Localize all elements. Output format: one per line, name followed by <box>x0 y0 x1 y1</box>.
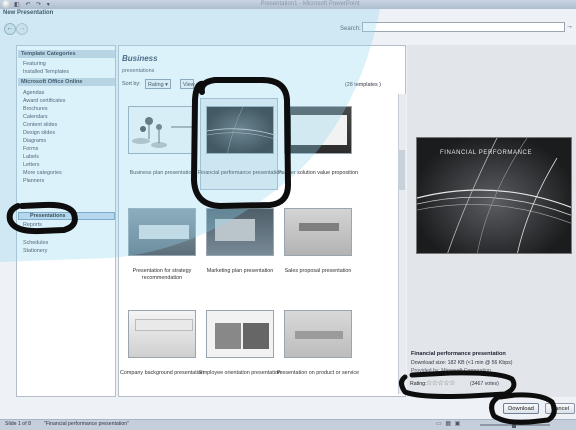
sidebar-item-letters[interactable]: Letters <box>23 162 39 168</box>
sidebar-item-forms[interactable]: Forms <box>23 146 38 152</box>
quick-access-toolbar[interactable]: ◧ ↶ ↷ ▾ <box>14 1 52 8</box>
forward-arrow-icon[interactable]: → <box>16 23 28 35</box>
gallery-scrollbar[interactable] <box>398 94 406 394</box>
back-arrow-icon[interactable]: ← <box>4 23 16 35</box>
slide-panel <box>291 115 347 145</box>
vote-count: (3467 votes) <box>470 381 499 387</box>
category-header: Template Categories <box>18 50 115 58</box>
slide-panel <box>139 225 189 239</box>
sidebar-item-brochures[interactable]: Brochures <box>23 106 48 112</box>
provided-by: Provided by: Microsoft Corporation <box>411 368 491 374</box>
theme-name: "Financial performance presentation" <box>44 421 129 427</box>
template-thumbnail[interactable] <box>206 310 274 358</box>
sidebar-item-planners[interactable]: Planners <box>23 178 44 184</box>
sidebar-item-stationery[interactable]: Stationery <box>23 248 47 254</box>
slide-panel <box>299 223 339 231</box>
view-button[interactable]: View <box>180 79 195 89</box>
template-caption: Employee orientation presentation <box>199 370 281 376</box>
sidebar-item-installed-templates[interactable]: Installed Templates <box>23 69 69 75</box>
sidebar-item-design-slides[interactable]: Design slides <box>23 130 55 136</box>
photo <box>243 323 269 349</box>
template-caption: Partner solution value proposition <box>277 170 358 176</box>
slide-panel <box>295 331 343 339</box>
view-buttons[interactable]: ▭ ▦ ▣ <box>436 420 461 427</box>
section-title: Business <box>122 54 158 63</box>
template-thumbnail[interactable] <box>284 310 352 358</box>
preview-slide-title: FINANCIAL PERFORMANCE <box>440 150 533 156</box>
sidebar-item-labels[interactable]: Labels <box>23 154 39 160</box>
sidebar-item-diagrams[interactable]: Diagrams <box>23 138 46 144</box>
template-caption: Marketing plan presentation <box>206 268 274 274</box>
template-name: Financial performance presentation <box>411 351 506 357</box>
template-thumbnail[interactable] <box>128 208 196 256</box>
template-caption: Presentation on product or service <box>276 370 360 376</box>
sidebar-item-featuring[interactable]: Featuring <box>23 61 46 67</box>
template-thumbnail[interactable] <box>206 106 274 154</box>
gallery-scrollbar-thumb[interactable] <box>398 150 405 190</box>
template-thumbnail[interactable] <box>284 106 352 154</box>
sidebar-item-reports[interactable]: Reports <box>23 222 42 228</box>
sort-dropdown[interactable]: Rating ▾ <box>145 79 171 89</box>
photo <box>215 323 241 349</box>
template-caption: Sales proposal presentation <box>284 268 352 274</box>
office-button-icon[interactable] <box>2 0 11 9</box>
rating-label: Rating: <box>410 381 427 387</box>
sidebar-item-calendars[interactable]: Calendars <box>23 114 48 120</box>
template-caption: Financial performance presentation <box>197 170 283 176</box>
template-thumbnail[interactable] <box>284 208 352 256</box>
rating-stars[interactable]: ☆☆☆☆☆ <box>426 379 455 387</box>
sidebar-item-content-slides[interactable]: Content slides <box>23 122 57 128</box>
template-thumbnail[interactable] <box>206 208 274 256</box>
sidebar-item-more-categories[interactable]: More categories <box>23 170 62 176</box>
download-button[interactable]: Download <box>503 403 539 414</box>
search-go-icon[interactable]: → <box>566 23 574 31</box>
search-input[interactable] <box>362 22 565 32</box>
template-thumbnail[interactable] <box>128 106 196 154</box>
search-label: Search: <box>340 26 361 32</box>
sidebar-item-agendas[interactable]: Agendas <box>23 90 44 96</box>
slide-panel <box>215 219 255 241</box>
slide-indicator: Slide 1 of 8 <box>5 421 31 427</box>
section-subtitle: presentations <box>122 68 155 74</box>
zoom-slider-thumb[interactable] <box>512 421 516 428</box>
decorative-graphic <box>132 117 193 148</box>
download-size: Download size: 182 KB (<1 min @ 56 Kbps) <box>411 360 513 366</box>
app-title: Presentation1 - Microsoft PowerPoint <box>260 1 360 7</box>
category-panel: Template Categories Featuring Installed … <box>16 45 116 397</box>
template-caption: Presentation for strategy recommendation <box>132 268 192 281</box>
dialog-title: New Presentation <box>3 10 54 16</box>
sidebar-item-schedules[interactable]: Schedules <box>23 240 48 246</box>
template-caption: Company background presentation <box>120 370 204 376</box>
sort-label: Sort by: <box>122 81 141 87</box>
slide-panel <box>135 319 193 331</box>
template-thumbnail[interactable] <box>128 310 196 358</box>
decorative-graphic <box>207 107 273 153</box>
cancel-button[interactable]: Cancel <box>545 403 575 414</box>
template-caption: Business plan presentation <box>129 170 195 176</box>
category-header: Microsoft Office Online <box>18 78 115 86</box>
sidebar-item-presentations[interactable]: Presentations <box>30 213 66 219</box>
template-count: (28 templates ) <box>345 82 381 88</box>
sidebar-item-award-certificates[interactable]: Award certificates <box>23 98 65 104</box>
